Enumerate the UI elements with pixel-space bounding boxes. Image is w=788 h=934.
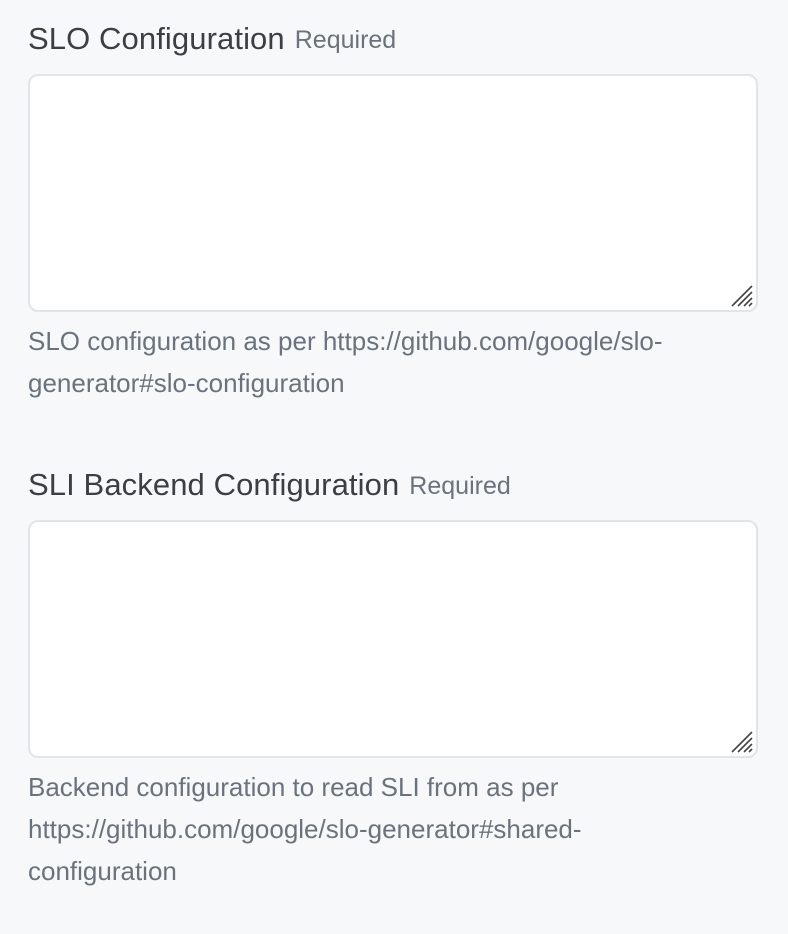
resize-grip-icon[interactable] [728, 728, 754, 754]
slo-configuration-help-text: SLO configuration as per https://github.… [28, 320, 758, 404]
sli-backend-configuration-help-text: Backend configuration to read SLI from a… [28, 766, 758, 892]
slo-configuration-textarea[interactable] [28, 74, 758, 312]
slo-configuration-label: SLO Configuration [28, 21, 285, 56]
sli-backend-configuration-textarea[interactable] [28, 520, 758, 758]
slo-configuration-field: SLO Configuration Required SLO configura… [28, 18, 758, 404]
sli-backend-configuration-textarea-wrapper [28, 520, 758, 758]
help-text-line: https://github.com/google/slo-generator#… [28, 814, 582, 844]
required-indicator: Required [409, 471, 511, 500]
help-text-line: Backend configuration to read SLI from a… [28, 772, 559, 802]
resize-grip-icon[interactable] [728, 282, 754, 308]
sli-backend-configuration-label: SLI Backend Configuration [28, 467, 400, 502]
required-indicator: Required [294, 25, 397, 54]
slo-configuration-textarea-wrapper [28, 74, 758, 312]
help-text-line: configuration [28, 856, 177, 886]
help-text-line: SLO configuration as per https://github.… [28, 326, 663, 356]
help-text-line: generator#slo-configuration [28, 368, 345, 398]
sli-backend-configuration-field: SLI Backend Configuration Required Backe… [28, 464, 758, 892]
slo-configuration-label-row: SLO Configuration Required [28, 18, 758, 60]
sli-backend-configuration-label-row: SLI Backend Configuration Required [28, 464, 758, 506]
